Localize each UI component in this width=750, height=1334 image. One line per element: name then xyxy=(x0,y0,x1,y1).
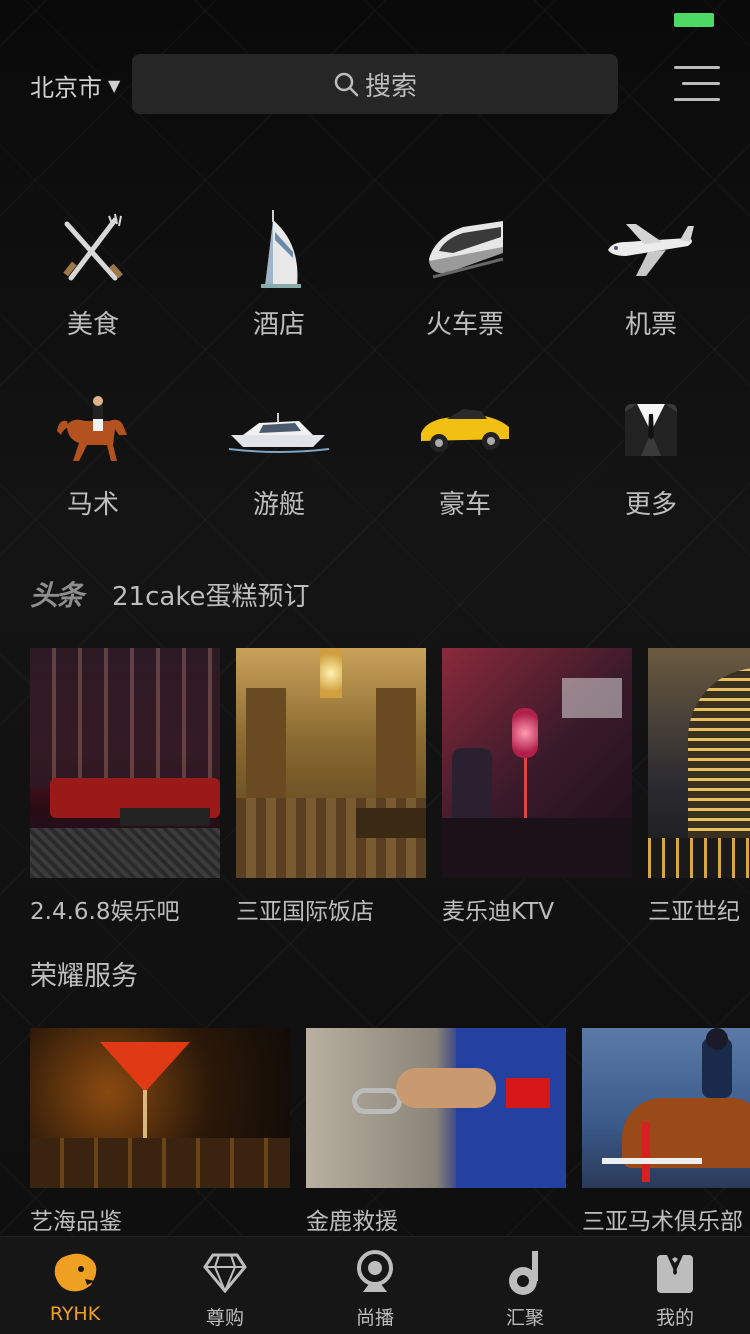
venue-card[interactable]: 麦乐迪KTV xyxy=(442,648,632,926)
battery-icon xyxy=(674,13,714,27)
tab-live[interactable]: 尚播 xyxy=(300,1237,450,1334)
menu-line xyxy=(682,82,720,85)
category-equestrian[interactable]: 马术 xyxy=(0,380,186,560)
service-card[interactable]: 三亚马术俱乐部 xyxy=(582,1028,750,1236)
category-label: 酒店 xyxy=(252,310,305,340)
horse-rider-icon xyxy=(43,380,143,480)
venue-card[interactable]: 2.4.6.8娱乐吧 xyxy=(30,648,220,926)
venue-card[interactable]: 三亚世纪 xyxy=(648,648,750,926)
search-box[interactable]: 搜索 xyxy=(132,54,618,114)
category-label: 游艇 xyxy=(252,490,305,520)
tab-label: 我的 xyxy=(655,1307,694,1329)
venue-image-nightclub xyxy=(30,648,220,878)
service-label: 艺海品鉴 xyxy=(30,1209,122,1235)
status-bar xyxy=(0,0,750,40)
caret-down-icon: ▼ xyxy=(108,76,121,95)
suit-icon xyxy=(651,1249,699,1297)
category-label: 美食 xyxy=(66,310,119,340)
category-food[interactable]: 美食 xyxy=(0,200,186,380)
tab-label: 尚播 xyxy=(355,1307,394,1329)
venue-label: 麦乐迪KTV xyxy=(442,899,555,925)
city-selector[interactable]: 北京市 ▼ xyxy=(30,68,120,103)
headline-logo: 头条 xyxy=(30,579,84,612)
venue-label: 2.4.6.8娱乐吧 xyxy=(30,899,180,925)
webcam-icon xyxy=(351,1249,399,1297)
venue-image-tower xyxy=(648,648,750,878)
service-card[interactable]: 艺海品鉴 xyxy=(30,1028,290,1236)
service-card[interactable]: 金鹿救援 xyxy=(306,1028,566,1236)
menu-line xyxy=(674,66,720,69)
bottom-tab-bar: RYHK 尊购 尚播 汇聚 我的 xyxy=(0,1236,750,1334)
tab-ryhk[interactable]: RYHK xyxy=(0,1237,150,1334)
top-header: 北京市 ▼ 搜索 xyxy=(0,54,750,114)
sports-car-icon xyxy=(415,380,515,480)
venue-image-ktv xyxy=(442,648,632,878)
category-more[interactable]: 更多 xyxy=(558,380,744,560)
service-label: 三亚马术俱乐部 xyxy=(582,1209,743,1235)
category-luxury-car[interactable]: 豪车 xyxy=(372,380,558,560)
search-label: 搜索 xyxy=(364,71,417,102)
diamond-icon xyxy=(201,1249,249,1297)
service-image-rescue xyxy=(306,1028,566,1188)
category-row: 美食 酒店 火车票 机票 xyxy=(0,200,750,380)
service-carousel[interactable]: 艺海品鉴 金鹿救援 三亚马术俱乐部 xyxy=(30,1028,750,1238)
app-page: 北京市 ▼ 搜索 美食 酒店 火车票 机票 马术 游艇 豪车 更多 头条 21c… xyxy=(0,0,750,1334)
category-yacht[interactable]: 游艇 xyxy=(186,380,372,560)
category-hotel[interactable]: 酒店 xyxy=(186,200,372,380)
category-flight[interactable]: 机票 xyxy=(558,200,744,380)
headline-bar[interactable]: 头条 21cake蛋糕预订 xyxy=(30,572,309,616)
service-label: 金鹿救援 xyxy=(306,1209,398,1235)
lion-icon xyxy=(51,1249,99,1297)
venue-image-hotel-lobby xyxy=(236,648,426,878)
tab-label: 汇聚 xyxy=(505,1307,544,1329)
tab-label: RYHK xyxy=(49,1303,101,1325)
train-icon xyxy=(415,200,515,300)
city-label: 北京市 xyxy=(30,74,102,102)
venue-label: 三亚世纪 xyxy=(648,899,740,925)
tab-profile[interactable]: 我的 xyxy=(600,1237,750,1334)
category-train[interactable]: 火车票 xyxy=(372,200,558,380)
music-note-icon xyxy=(501,1249,549,1297)
venue-label: 三亚国际饭店 xyxy=(236,899,374,925)
airplane-icon xyxy=(601,200,701,300)
category-label: 火车票 xyxy=(425,310,504,340)
headline-text: 21cake蛋糕预订 xyxy=(112,581,310,612)
category-label: 马术 xyxy=(66,490,119,520)
hotel-tower-icon xyxy=(229,200,329,300)
tuxedo-icon xyxy=(601,380,701,480)
service-image-equestrian xyxy=(582,1028,750,1188)
tab-label: 尊购 xyxy=(205,1307,244,1329)
menu-button[interactable] xyxy=(672,64,720,104)
tab-shopping[interactable]: 尊购 xyxy=(150,1237,300,1334)
section-title: 荣耀服务 xyxy=(30,961,138,992)
service-image-cocktail xyxy=(30,1028,290,1188)
category-label: 更多 xyxy=(624,490,677,520)
category-grid: 美食 酒店 火车票 机票 马术 游艇 豪车 更多 xyxy=(0,200,750,560)
category-label: 豪车 xyxy=(438,490,491,520)
yacht-icon xyxy=(229,380,329,480)
category-label: 机票 xyxy=(624,310,677,340)
search-icon xyxy=(334,72,359,97)
fork-knife-icon xyxy=(43,200,143,300)
tab-gather[interactable]: 汇聚 xyxy=(450,1237,600,1334)
venue-carousel[interactable]: 2.4.6.8娱乐吧 三亚国际饭店 麦乐迪KTV 三亚世纪 xyxy=(30,648,750,928)
category-row: 马术 游艇 豪车 更多 xyxy=(0,380,750,560)
venue-card[interactable]: 三亚国际饭店 xyxy=(236,648,426,926)
menu-line xyxy=(674,98,720,101)
